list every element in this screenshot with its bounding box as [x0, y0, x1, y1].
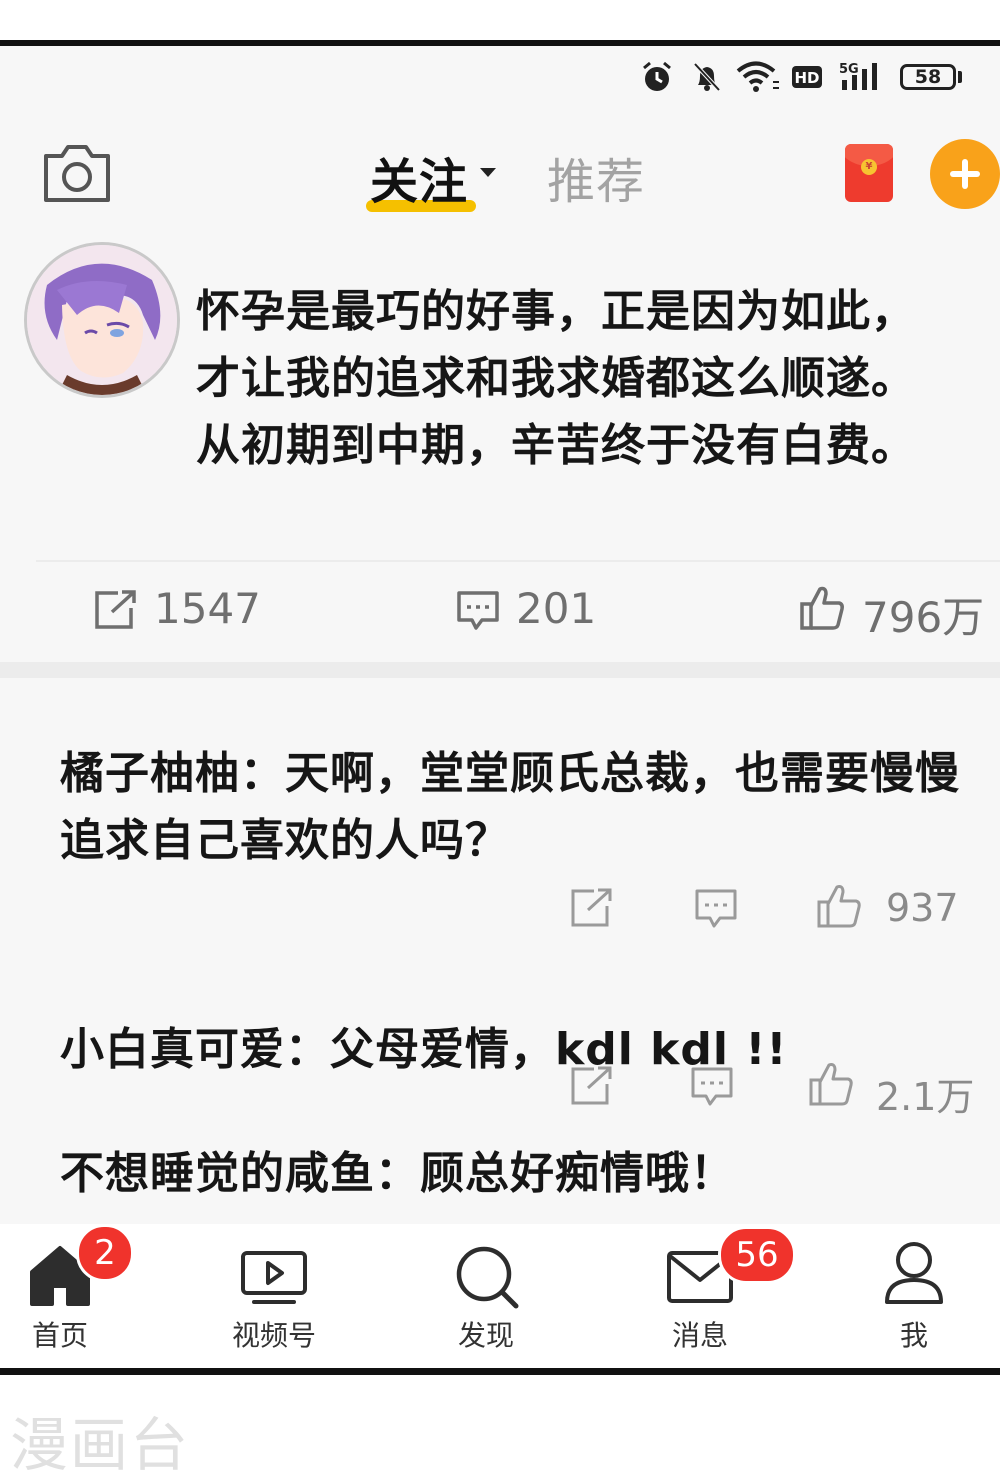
bottom-nav: 2 首页 视频号 发现 56 消息 我 — [0, 1224, 1000, 1368]
chevron-down-icon[interactable] — [480, 168, 496, 177]
search-icon — [456, 1246, 519, 1309]
red-envelope-icon[interactable]: ¥ — [845, 144, 893, 202]
nav-item-profile[interactable]: 我 — [844, 1224, 984, 1368]
post-actions: 1547 201 796万 — [0, 578, 1000, 642]
battery-indicator: 58 — [900, 64, 956, 90]
nav-label-profile: 我 — [899, 1319, 928, 1352]
top-margin — [0, 0, 1000, 40]
nav-label-video: 视频号 — [231, 1319, 316, 1352]
phone-screen: HD 5G 58 关注 推荐 ¥ 怀孕是最巧的好事，正是因为如此， 才让我的追求… — [0, 46, 1000, 1368]
comment-2-repost-icon[interactable] — [570, 1066, 614, 1106]
watermark: 漫画台 — [10, 1411, 191, 1479]
like-icon[interactable] — [798, 584, 846, 632]
comment-2-reply-icon[interactable] — [690, 1066, 734, 1108]
video-icon — [241, 1251, 307, 1304]
nav-label-home: 首页 — [31, 1319, 88, 1352]
wifi-icon — [736, 61, 779, 92]
hd-icon: HD — [792, 66, 822, 88]
svg-text:5G: 5G — [839, 62, 859, 77]
comment-1-text: 橘子柚柚：天啊，堂堂顾氏总裁，也需要慢慢追求自己喜欢的人吗？ — [60, 748, 960, 866]
comment-list: 橘子柚柚：天啊，堂堂顾氏总裁，也需要慢慢追求自己喜欢的人吗？ 937 小白真可爱… — [0, 678, 1000, 1238]
section-divider — [0, 662, 1000, 678]
svg-text:HD: HD — [794, 69, 819, 87]
nav-label-messages: 消息 — [671, 1319, 728, 1352]
mute-bell-icon — [693, 62, 721, 92]
battery-tip — [958, 71, 962, 83]
like-count: 796万 — [862, 593, 985, 642]
tab-recommend[interactable]: 推荐 — [547, 142, 645, 212]
comment-1-like-icon[interactable] — [814, 882, 864, 930]
status-bar: HD 5G 58 — [0, 46, 1000, 110]
comment-2-like-count: 2.1万 — [876, 1075, 975, 1119]
signal-5g-icon: 5G — [839, 62, 877, 90]
comment-1-repost-icon[interactable] — [570, 888, 614, 928]
nav-item-home[interactable]: 2 首页 — [0, 1224, 134, 1368]
comment-1-like-count: 937 — [886, 886, 959, 930]
nav-item-video[interactable]: 视频号 — [204, 1224, 344, 1368]
profile-icon — [885, 1242, 943, 1304]
post-card: 怀孕是最巧的好事，正是因为如此， 才让我的追求和我求婚都这么顺遂。 从初期到中期… — [0, 242, 1000, 662]
repost-count: 1547 — [154, 584, 261, 633]
alarm-icon — [643, 61, 671, 91]
nav-item-discover[interactable]: 发现 — [416, 1224, 556, 1368]
messages-badge: 56 — [718, 1226, 796, 1284]
tab-follow[interactable]: 关注 — [370, 142, 468, 212]
divider — [36, 560, 1000, 562]
post-text: 怀孕是最巧的好事，正是因为如此， 才让我的追求和我求婚都这么顺遂。 从初期到中期… — [196, 286, 916, 471]
repost-icon[interactable] — [94, 590, 138, 630]
comment-1-reply-icon[interactable] — [694, 888, 738, 930]
nav-label-discover: 发现 — [457, 1319, 514, 1352]
add-button[interactable] — [930, 139, 1000, 209]
comment-icon[interactable] — [456, 590, 500, 632]
comment-3-text: 不想睡觉的咸鱼：顾总好痴情哦！ — [60, 1148, 735, 1199]
comment-count: 201 — [516, 584, 597, 633]
avatar-illustration-icon — [27, 245, 177, 395]
header: 关注 推荐 ¥ — [0, 126, 1000, 226]
comment-2-like-icon[interactable] — [806, 1060, 856, 1108]
frame-border-bottom — [0, 1368, 1000, 1375]
home-badge: 2 — [76, 1224, 134, 1282]
camera-icon[interactable] — [42, 142, 112, 204]
nav-item-messages[interactable]: 56 消息 — [630, 1224, 796, 1368]
avatar[interactable] — [24, 242, 180, 398]
